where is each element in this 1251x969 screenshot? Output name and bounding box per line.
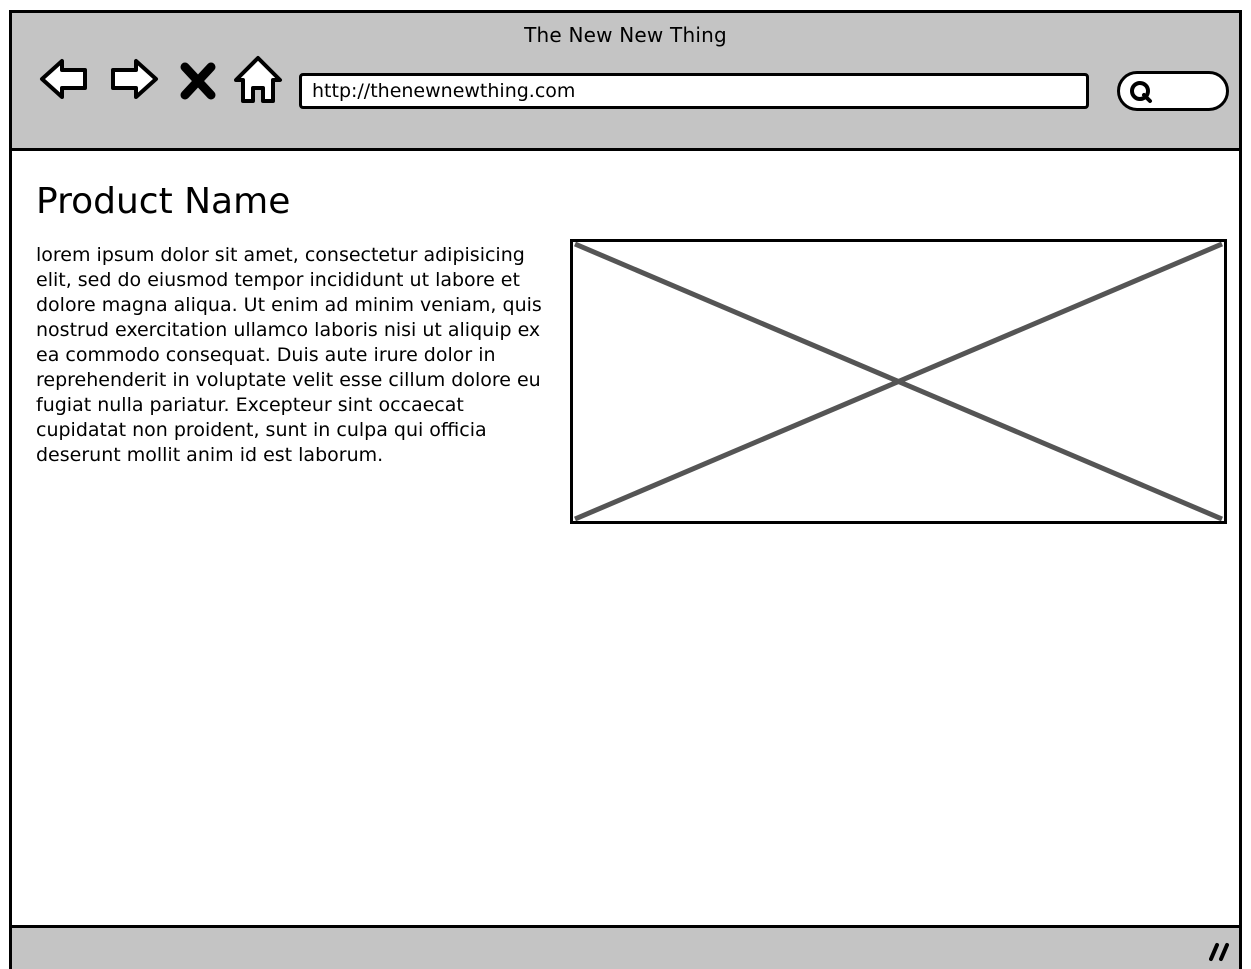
product-description: lorem ipsum dolor sit amet, consectetur … bbox=[36, 244, 542, 466]
close-x-icon bbox=[180, 62, 216, 100]
back-arrow-icon bbox=[40, 59, 87, 99]
window-title: The New New Thing bbox=[524, 23, 727, 47]
forward-button[interactable] bbox=[108, 53, 160, 105]
resize-grip[interactable] bbox=[1209, 941, 1231, 963]
back-button[interactable] bbox=[38, 53, 90, 105]
forward-arrow-icon bbox=[111, 59, 158, 99]
stop-button[interactable] bbox=[178, 53, 218, 105]
search-field[interactable] bbox=[1117, 71, 1229, 111]
browser-window: The New New Thing http://thenewnewthing.… bbox=[9, 10, 1242, 969]
page-content: Product Name lorem ipsum dolor sit amet,… bbox=[12, 151, 1239, 925]
resize-grip-icon bbox=[1209, 943, 1229, 961]
search-icon bbox=[1130, 81, 1152, 103]
product-title: Product Name bbox=[36, 181, 291, 222]
image-placeholder-icon bbox=[574, 242, 1223, 521]
status-bar bbox=[12, 925, 1239, 969]
home-icon bbox=[234, 56, 282, 103]
address-bar[interactable]: http://thenewnewthing.com bbox=[299, 73, 1089, 109]
browser-toolbar: The New New Thing http://thenewnewthing.… bbox=[12, 13, 1239, 151]
product-image-placeholder bbox=[570, 239, 1227, 524]
home-button[interactable] bbox=[232, 53, 284, 105]
